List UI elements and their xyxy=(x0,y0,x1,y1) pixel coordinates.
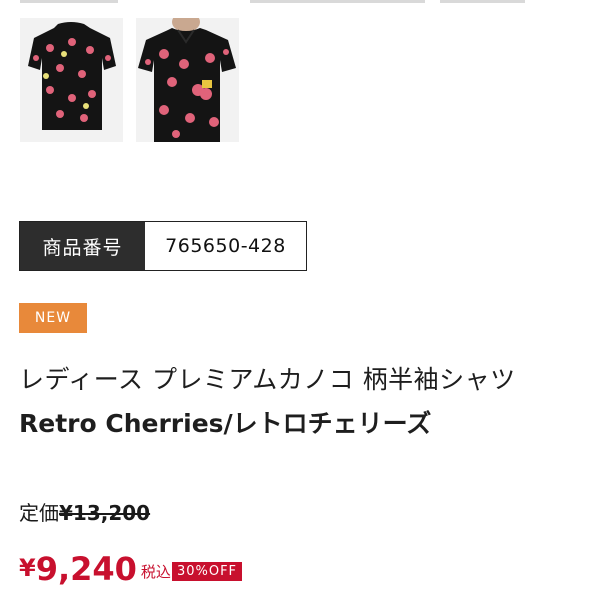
discount-badge: 30%OFF xyxy=(171,562,243,581)
product-code-value: 765650-428 xyxy=(165,235,286,257)
product-title-line2: Retro Cherries/レトロチェリーズ xyxy=(19,409,432,438)
product-code-box: 商品番号 765650-428 xyxy=(19,221,307,271)
product-code-label: 商品番号 xyxy=(20,222,145,270)
shirt-front-image xyxy=(136,18,239,142)
new-badge: NEW xyxy=(19,303,87,333)
product-thumbnail-back[interactable] xyxy=(20,18,123,142)
list-price: 定価¥13,200 xyxy=(19,497,150,526)
product-title-line1: レディース プレミアムカノコ 柄半袖シャツ xyxy=(19,365,516,394)
sale-price-amount: 9,240 xyxy=(35,550,137,588)
product-thumbnail-front[interactable] xyxy=(136,18,239,142)
shirt-back-image xyxy=(20,18,123,142)
tax-included-label: 税込 xyxy=(140,563,171,581)
sale-price: ¥ 9,240 税込 30%OFF xyxy=(19,550,243,588)
list-price-label: 定価 xyxy=(19,501,59,525)
sale-price-currency: ¥ xyxy=(19,554,36,582)
list-price-value: ¥13,200 xyxy=(59,501,151,525)
